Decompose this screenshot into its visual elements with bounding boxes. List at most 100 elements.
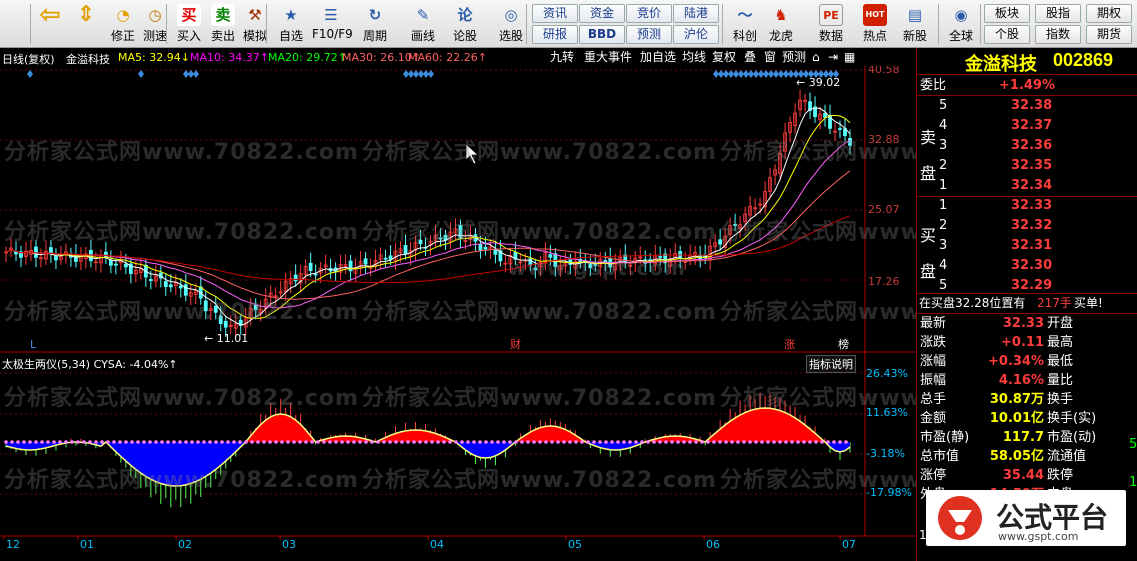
- watermark: www.gspt.com: [508, 256, 686, 280]
- zero-line-dot: [280, 440, 284, 444]
- quote-label: 流通值: [1047, 449, 1087, 464]
- toolbar-button-pe-data[interactable]: PE 数据: [812, 2, 850, 46]
- period-mode[interactable]: 日线(复权): [2, 51, 55, 67]
- sell-order-row[interactable]: 4 32.37: [917, 116, 1137, 135]
- up-down-arrows-button[interactable]: ⇕: [72, 2, 100, 46]
- chart-header-button[interactable]: 重大事件: [584, 49, 632, 66]
- toolbar-button-stopwatch[interactable]: ◷ 测速: [136, 2, 174, 46]
- market-button[interactable]: 指数: [1035, 25, 1081, 44]
- chart-header-button[interactable]: 九转: [550, 49, 574, 66]
- zero-line-dot: [178, 440, 182, 444]
- sell-label: 卖盘: [920, 128, 937, 183]
- toolbar-button-discuss[interactable]: 论论股: [446, 2, 484, 46]
- toolbar-button-new-stock[interactable]: ▤ 新股: [896, 2, 934, 46]
- indicator-explain-button[interactable]: 指标说明: [806, 355, 856, 373]
- zero-line-dot: [520, 440, 524, 444]
- market-button[interactable]: 个股: [984, 25, 1030, 44]
- pe-data-icon: PE: [819, 4, 843, 26]
- chart-header-button[interactable]: 预测: [782, 49, 806, 66]
- small-button[interactable]: 研报: [532, 25, 578, 44]
- toolbar-button-kechuang[interactable]: 〜科创: [726, 2, 764, 46]
- market-button[interactable]: 期货: [1086, 25, 1132, 44]
- event-diamond-icon: [27, 70, 33, 78]
- zero-line-dot: [10, 440, 14, 444]
- toolbar-button-select-stock[interactable]: ◎ 选股: [492, 2, 530, 46]
- zero-line-dot: [484, 440, 488, 444]
- toolbar-button-star-folder[interactable]: ★ 自选: [272, 2, 310, 46]
- zero-line-dot: [364, 440, 368, 444]
- sell-order-row[interactable]: 5 32.38: [917, 96, 1137, 115]
- zero-line-dot: [544, 440, 548, 444]
- chart-header-button[interactable]: 复权: [712, 49, 736, 66]
- brand-logo: 公式平台 www.gspt.com: [926, 490, 1126, 546]
- zero-line-dot: [22, 440, 26, 444]
- quote-row: 金额 10.01亿 换手(实): [917, 409, 1137, 428]
- quote-row: 涨跌 +0.11 最高: [917, 333, 1137, 352]
- hot-icon: HOT: [863, 4, 887, 26]
- zero-line-dot: [418, 440, 422, 444]
- zero-line-dot: [220, 440, 224, 444]
- zero-line-dot: [832, 440, 836, 444]
- small-button[interactable]: 预测: [626, 25, 672, 44]
- event-diamond-icon: [428, 70, 434, 78]
- chart-header-button[interactable]: 叠: [744, 49, 756, 66]
- zero-line-dot: [334, 440, 338, 444]
- buy-order-row[interactable]: 1 32.33: [917, 196, 1137, 215]
- small-button[interactable]: 竞价: [626, 4, 672, 23]
- chart-header-button[interactable]: 加自选: [640, 49, 676, 66]
- buy-order-row[interactable]: 2 32.32: [917, 216, 1137, 235]
- quote-row: 最新 32.33 开盘: [917, 314, 1137, 333]
- indicator-title: 太极生两仪(5,34): [2, 358, 91, 371]
- chart-header-button[interactable]: 均线: [682, 49, 706, 66]
- small-button[interactable]: 陆港: [673, 4, 719, 23]
- toolbar-button-label: 热点: [862, 29, 887, 43]
- zero-line-dot: [388, 440, 392, 444]
- grid-icon[interactable]: ▦: [844, 49, 855, 66]
- toolbar-button-dragon-tiger[interactable]: ♞ 龙虎: [762, 2, 800, 46]
- market-button[interactable]: 板块: [984, 4, 1030, 23]
- date-axis-label: 06: [706, 538, 720, 551]
- lock-icon[interactable]: ⌂: [812, 49, 820, 66]
- small-button[interactable]: 资金: [579, 4, 625, 23]
- zero-line-dot: [286, 440, 290, 444]
- toolbar-button-f10[interactable]: ☰ F10/F9: [312, 2, 353, 46]
- zero-line-dot: [106, 440, 110, 444]
- zero-line-dot: [82, 440, 86, 444]
- toolbar-button-buy[interactable]: 买买入: [170, 2, 208, 46]
- toolbar-button-label: 龙虎: [768, 29, 793, 43]
- stock-code: 002869: [1053, 50, 1114, 70]
- toolbar-button-pencil[interactable]: ✎ 画线: [404, 2, 442, 46]
- toolbar: ⇦ ⇕ ◔ 修正 ◷ 测速买买入卖卖出 ⚒ 模拟 ★ 自选 ☰ F10/F9 ↻ 周期 ✎ 画线论论股 ◎ 选股〜…: [0, 0, 1137, 48]
- buy-order-row[interactable]: 3 32.31: [917, 236, 1137, 255]
- indicator-header: 太极生两仪(5,34) CYSA: -4.04%↑: [2, 356, 178, 372]
- quote-row: 总手 30.87万 换手: [917, 390, 1137, 409]
- toolbar-button-cycle[interactable]: ↻ 周期: [356, 2, 394, 46]
- order-price: 32.33: [1011, 198, 1053, 213]
- small-button[interactable]: BBD: [579, 25, 625, 44]
- expand-arrow-icon[interactable]: ⇥: [828, 49, 838, 66]
- quote-value: +0.34%: [988, 354, 1044, 369]
- back-arrow-button[interactable]: ⇦: [36, 2, 64, 46]
- dragon-tiger-icon: ♞: [774, 6, 788, 24]
- quote-label: 市盈(动): [1047, 430, 1097, 445]
- market-button[interactable]: 股指: [1035, 4, 1081, 23]
- small-button[interactable]: 沪伦: [673, 25, 719, 44]
- chart-header-button[interactable]: 窗: [764, 49, 776, 66]
- toolbar-button-label: 测速: [142, 29, 167, 43]
- toolbar-button-globe[interactable]: ◉ 全球: [942, 2, 980, 46]
- candle-body: [363, 258, 368, 265]
- order-status-volume: 217手: [1037, 296, 1072, 310]
- market-button[interactable]: 期权: [1086, 4, 1132, 23]
- buy-order-row[interactable]: 4 32.30: [917, 256, 1137, 275]
- zero-line-dot: [748, 440, 752, 444]
- small-button[interactable]: 资讯: [532, 4, 578, 23]
- toolbar-button-label: 模拟: [242, 29, 267, 43]
- sell-order-row[interactable]: 3 32.36: [917, 136, 1137, 155]
- toolbar-button-hot[interactable]: HOT 热点: [856, 2, 894, 46]
- sell-order-row[interactable]: 2 32.35: [917, 156, 1137, 175]
- toolbar-button-hammer[interactable]: ⚒ 模拟: [236, 2, 274, 46]
- buy-icon: 买: [177, 4, 201, 26]
- zero-line-dot: [802, 440, 806, 444]
- sell-order-row[interactable]: 1 32.34: [917, 176, 1137, 195]
- zero-line-dot: [238, 440, 242, 444]
